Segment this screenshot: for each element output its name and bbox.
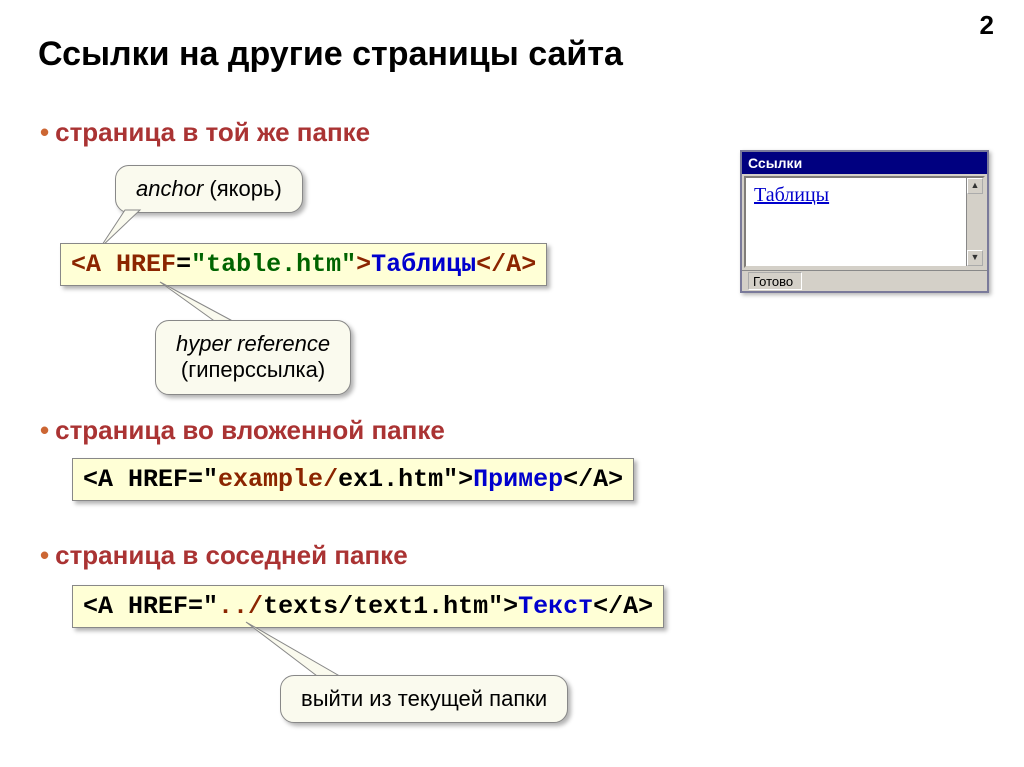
code-url: "table.htm" bbox=[191, 250, 356, 279]
code-example-1: <A HREF="table.htm">Таблицы</A> bbox=[60, 243, 547, 286]
bullet-dot: • bbox=[40, 540, 49, 570]
code-close-gt: > bbox=[521, 250, 536, 279]
code-file: texts/text1.htm bbox=[263, 592, 488, 621]
code-example-2: <A HREF="example/ex1.htm">Пример</A> bbox=[72, 458, 634, 501]
code-href: HREF bbox=[116, 250, 176, 279]
code-updir: ../ bbox=[218, 592, 263, 621]
callout-exit-text: выйти из текущей папки bbox=[301, 686, 547, 711]
scrollbar[interactable]: ▲ ▼ bbox=[966, 178, 983, 266]
bullet-dot: • bbox=[40, 117, 49, 147]
code-close: </A> bbox=[563, 465, 623, 494]
callout-exit-folder: выйти из текущей папки bbox=[280, 675, 568, 723]
code-lt: < bbox=[71, 250, 86, 279]
callout-hyper-reference: hyper reference (гиперссылка) bbox=[155, 320, 351, 395]
bullet-text: страница в соседней папке bbox=[55, 540, 408, 570]
browser-link[interactable]: Таблицы bbox=[754, 184, 829, 206]
code-linktext: Таблицы bbox=[371, 250, 476, 279]
callout-anchor-it: anchor bbox=[136, 176, 203, 201]
status-text: Готово bbox=[748, 272, 802, 290]
code-gt: > bbox=[356, 250, 371, 279]
code-eq: = bbox=[176, 250, 191, 279]
code-tag-a: A bbox=[86, 250, 101, 279]
code-pre: A HREF=" bbox=[98, 465, 218, 494]
page-number: 2 bbox=[980, 10, 994, 41]
callout-hyper-ru: (гиперссылка) bbox=[181, 357, 325, 382]
callout-anchor: anchor (якорь) bbox=[115, 165, 303, 213]
code-linktext: Пример bbox=[473, 465, 563, 494]
bullet-dot: • bbox=[40, 415, 49, 445]
bullet-same-folder: •страница в той же папке bbox=[40, 117, 370, 148]
code-lt: < bbox=[83, 465, 98, 494]
code-close-lt: </ bbox=[476, 250, 506, 279]
browser-preview: Ссылки Таблицы ▲ ▼ Готово bbox=[740, 150, 989, 293]
code-close: </A> bbox=[593, 592, 653, 621]
code-space bbox=[101, 250, 116, 279]
browser-statusbar: Готово bbox=[742, 270, 987, 291]
bullet-sibling-folder: •страница в соседней папке bbox=[40, 540, 408, 571]
code-q: "> bbox=[443, 465, 473, 494]
code-tag-a-close: A bbox=[506, 250, 521, 279]
code-folder: example/ bbox=[218, 465, 338, 494]
bullet-nested-folder: •страница во вложенной папке bbox=[40, 415, 445, 446]
callout-hyper-it: hyper reference bbox=[176, 331, 330, 356]
code-file: ex1.htm bbox=[338, 465, 443, 494]
code-linktext: Текст bbox=[518, 592, 593, 621]
code-example-3: <A HREF="../texts/text1.htm">Текст</A> bbox=[72, 585, 664, 628]
bullet-text: страница в той же папке bbox=[55, 117, 370, 147]
bullet-text: страница во вложенной папке bbox=[55, 415, 445, 445]
slide-title: Ссылки на другие страницы сайта bbox=[38, 35, 623, 74]
callout-anchor-ru: (якорь) bbox=[203, 176, 281, 201]
browser-titlebar: Ссылки bbox=[742, 152, 987, 174]
scroll-down-icon[interactable]: ▼ bbox=[967, 250, 983, 266]
code-pre: A HREF=" bbox=[98, 592, 218, 621]
code-q: "> bbox=[488, 592, 518, 621]
browser-body: Таблицы ▲ ▼ bbox=[744, 176, 985, 268]
scroll-up-icon[interactable]: ▲ bbox=[967, 178, 983, 194]
code-lt: < bbox=[83, 592, 98, 621]
